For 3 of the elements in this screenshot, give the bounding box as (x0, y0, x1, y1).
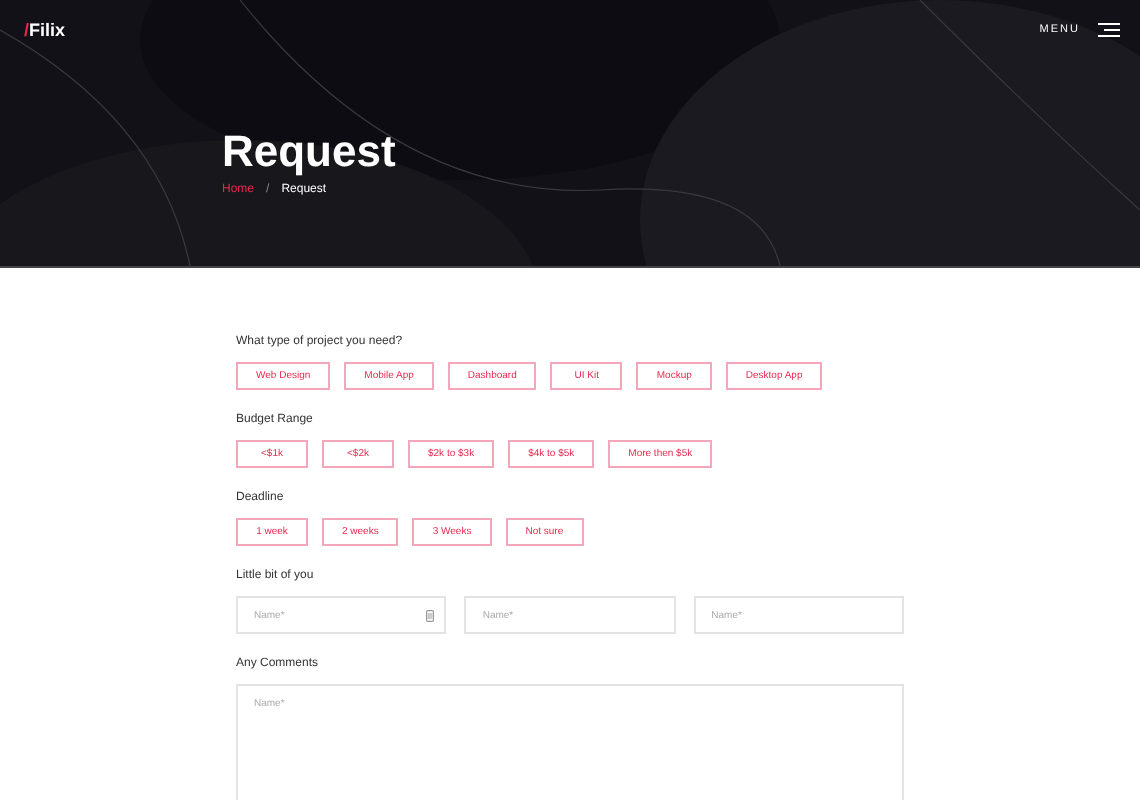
menu-icon (1098, 22, 1120, 38)
logo[interactable]: /Filix (24, 20, 66, 40)
page-title: Request (222, 130, 398, 174)
